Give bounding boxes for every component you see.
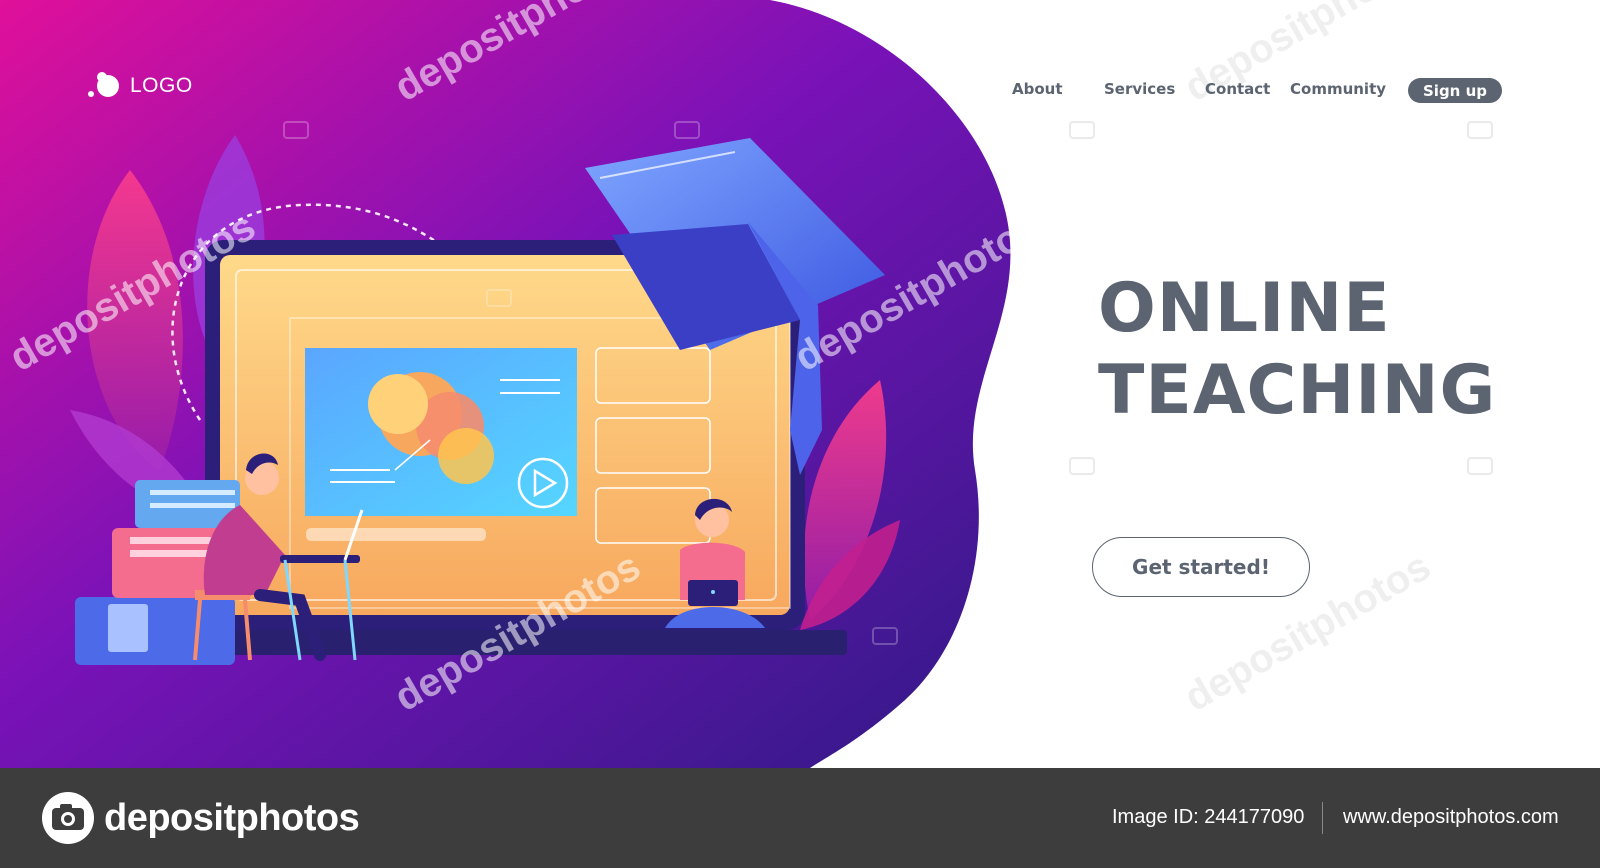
nav-link-contact[interactable]: Contact: [1205, 80, 1270, 98]
footer-brand[interactable]: depositphotos: [40, 790, 360, 846]
footer-brand-text: depositphotos: [104, 796, 360, 839]
footer-bar: depositphotos Image ID: 244177090 www.de…: [0, 768, 1600, 868]
hero-title: ONLINE TEACHING: [1098, 268, 1496, 432]
nav-link-community[interactable]: Community: [1290, 80, 1386, 98]
logo[interactable]: LOGO: [86, 70, 193, 102]
get-started-button[interactable]: Get started!: [1092, 537, 1310, 597]
camera-icon: [42, 792, 94, 844]
footer-divider: [1322, 802, 1323, 834]
top-nav: About Services Contact Community: [990, 76, 1600, 104]
nav-link-services[interactable]: Services: [1104, 80, 1175, 98]
hero-title-line-1: ONLINE: [1098, 269, 1391, 348]
image-id: Image ID: 244177090: [1112, 806, 1305, 828]
hero-title-line-2: TEACHING: [1098, 351, 1497, 430]
nav-link-about[interactable]: About: [1012, 80, 1063, 98]
logo-text: LOGO: [130, 74, 193, 97]
logo-dot-icon: [88, 72, 119, 97]
signup-button[interactable]: Sign up: [1408, 78, 1502, 103]
footer-url[interactable]: www.depositphotos.com: [1343, 806, 1559, 829]
